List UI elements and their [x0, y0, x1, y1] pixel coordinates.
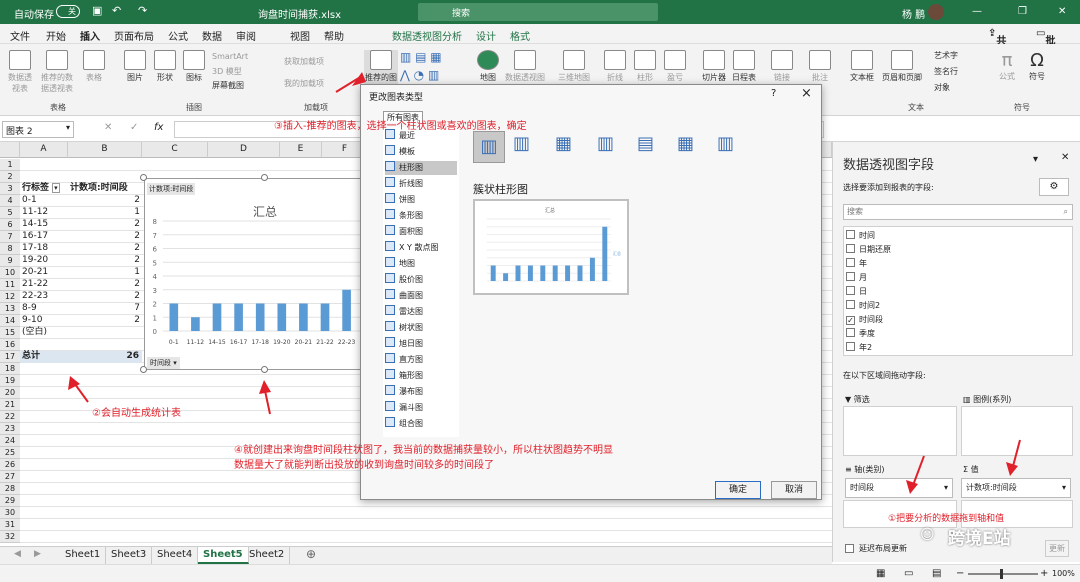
arrow-head — [1006, 462, 1018, 476]
arrow-head — [906, 480, 918, 494]
arrow-head — [259, 380, 271, 394]
annotation-arrows — [68, 72, 1021, 494]
arrow-head — [352, 72, 366, 86]
